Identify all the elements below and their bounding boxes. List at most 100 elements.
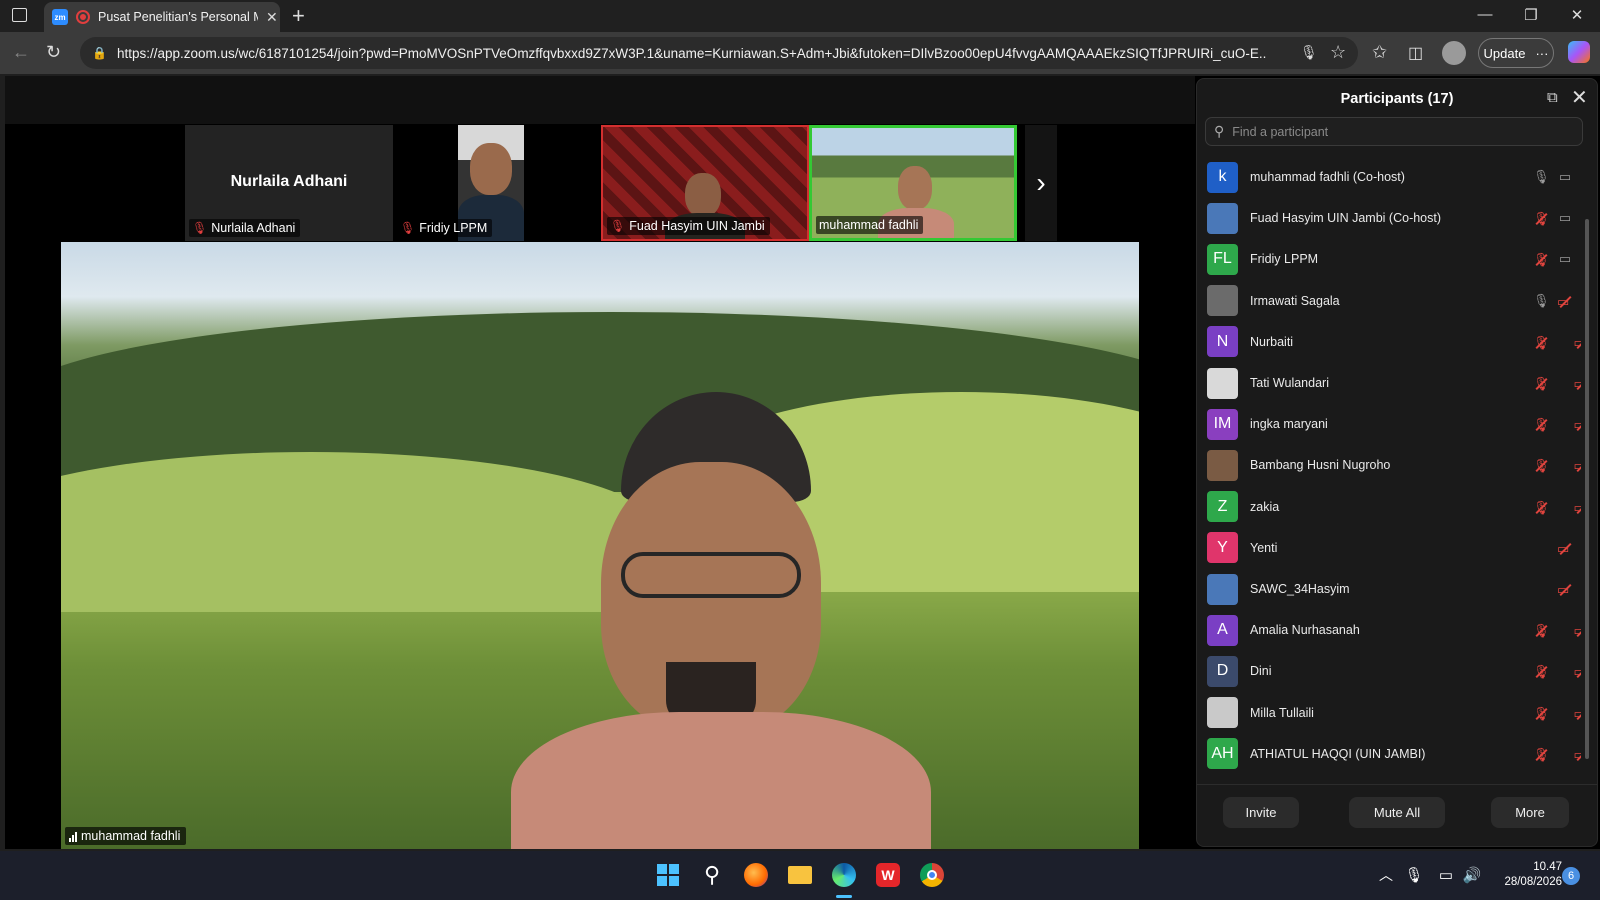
participant-row[interactable]: Tati Wulandari 🎙 ▭ <box>1207 363 1581 403</box>
copilot-icon[interactable] <box>1568 41 1590 63</box>
camera-off-icon[interactable]: ▭ <box>1574 623 1581 638</box>
volume-icon[interactable]: 🔊 <box>1458 861 1486 889</box>
video-thumbnail[interactable]: Nurlaila Adhani 🎙 Nurlaila Adhani <box>185 125 393 241</box>
microphone-icon[interactable]: 🎙 <box>1400 861 1428 889</box>
notification-badge[interactable]: 6 <box>1562 867 1580 885</box>
system-clock[interactable]: 10.47 28/08/2026 <box>1486 860 1562 890</box>
new-tab-button[interactable]: + <box>292 3 305 29</box>
mic-muted-icon[interactable]: 🎙 <box>1533 335 1550 350</box>
windows-start-icon[interactable] <box>654 861 682 889</box>
camera-off-icon[interactable]: ▭ <box>1574 376 1581 391</box>
edge-icon[interactable] <box>830 861 858 889</box>
participant-list-scrollbar[interactable] <box>1585 219 1589 759</box>
speaker-figure <box>511 392 931 849</box>
participant-row[interactable]: Fuad Hasyim UIN Jambi (Co-host) 🎙 ▭ <box>1207 198 1579 238</box>
participant-search[interactable]: ⚲ <box>1205 117 1583 146</box>
mic-muted-icon[interactable]: 🎙 <box>1533 706 1550 721</box>
search-input[interactable] <box>1232 124 1563 139</box>
show-hidden-icons-chevron-icon[interactable]: ︿ <box>1372 861 1400 889</box>
camera-icon[interactable]: ▭ <box>1557 251 1573 267</box>
browser-essentials-icon[interactable]: ◫ <box>1408 43 1423 63</box>
update-button[interactable]: Update ··· <box>1478 38 1554 68</box>
next-page-chevron-icon[interactable]: › <box>1025 125 1057 241</box>
browser-tab[interactable]: zm Pusat Penelitian's Personal M ✕ <box>44 2 280 32</box>
favorites-icon[interactable]: ✩ <box>1372 42 1387 63</box>
camera-off-icon[interactable]: ▭ <box>1574 458 1581 473</box>
camera-icon[interactable]: ▭ <box>1557 210 1573 226</box>
file-explorer-icon[interactable] <box>786 861 814 889</box>
video-thumbnail[interactable]: 🎙 Fuad Hasyim UIN Jambi <box>601 125 809 241</box>
participant-row[interactable]: A Amalia Nurhasanah 🎙 ▭ <box>1207 610 1581 650</box>
camera-off-icon[interactable]: ▭ <box>1557 541 1569 556</box>
mic-muted-icon[interactable]: 🎙 <box>1533 252 1550 267</box>
participants-title: Participants (17) <box>1340 91 1454 107</box>
participant-row[interactable]: k muhammad fadhli (Co-host) 🎙 ▭ <box>1207 157 1579 197</box>
video-thumbnail-active-speaker[interactable]: muhammad fadhli <box>809 125 1017 241</box>
more-button[interactable]: More <box>1491 797 1569 828</box>
participant-row[interactable]: N Nurbaiti 🎙 ▭ <box>1207 322 1581 362</box>
back-arrow-icon[interactable]: ← <box>12 42 30 63</box>
mic-muted-icon[interactable]: 🎙 <box>1533 458 1550 473</box>
participant-avatar <box>1207 285 1238 317</box>
participant-row[interactable]: D Dini 🎙 ▭ <box>1207 651 1581 691</box>
address-bar[interactable]: 🔒 https://app.zoom.us/wc/6187101254/join… <box>80 37 1358 69</box>
camera-off-icon[interactable]: ▭ <box>1574 335 1581 350</box>
participant-name: Amalia Nurhasanah <box>1250 623 1360 638</box>
camera-off-icon[interactable]: ▭ <box>1574 706 1581 721</box>
favorite-star-icon[interactable]: ☆ <box>1330 42 1346 63</box>
mic-muted-icon: 🎙 <box>610 219 626 233</box>
tab-close-icon[interactable]: ✕ <box>266 9 278 26</box>
window-close-button[interactable]: ✕ <box>1562 6 1592 24</box>
participant-row[interactable]: Y Yenti ▭ <box>1207 528 1579 568</box>
camera-icon[interactable]: ▭ <box>1557 169 1573 185</box>
camera-off-icon[interactable]: ▭ <box>1557 294 1569 309</box>
mic-muted-icon[interactable]: 🎙 <box>1533 664 1550 679</box>
participant-name: Fridiy LPPM <box>419 221 488 235</box>
mic-muted-icon[interactable]: 🎙 <box>1533 747 1550 762</box>
camera-off-icon[interactable]: ▭ <box>1574 417 1581 432</box>
close-panel-icon[interactable]: ✕ <box>1571 85 1588 110</box>
participant-name: muhammad fadhli (Co-host) <box>1250 170 1405 184</box>
mic-permission-icon[interactable]: 🎙 <box>1300 44 1318 61</box>
mic-muted-icon[interactable]: 🎙 <box>1533 211 1550 226</box>
clock-date: 28/08/2026 <box>1504 876 1562 888</box>
chrome-icon[interactable] <box>918 861 946 889</box>
participant-row[interactable]: Irmawati Sagala 🎙 ▭ <box>1207 281 1579 321</box>
profile-avatar-icon[interactable] <box>1442 41 1466 65</box>
mic-icon[interactable]: 🎙 <box>1533 169 1550 185</box>
participant-row[interactable]: AH ATHIATUL HAQQI (UIN JAMBI) 🎙 ▭ <box>1207 734 1581 774</box>
firefox-icon[interactable] <box>742 861 770 889</box>
wps-office-icon[interactable]: W <box>874 861 902 889</box>
participant-row[interactable]: FL Fridiy LPPM 🎙 ▭ <box>1207 239 1579 279</box>
popout-icon[interactable]: ⧉ <box>1547 89 1558 106</box>
participant-row[interactable]: Milla Tullaili 🎙 ▭ <box>1207 693 1581 733</box>
reload-icon[interactable]: ↻ <box>46 42 61 63</box>
mic-icon[interactable]: 🎙 <box>1533 293 1550 309</box>
mic-muted-icon[interactable]: 🎙 <box>1533 376 1550 391</box>
mic-muted-icon[interactable]: 🎙 <box>1533 623 1550 638</box>
participant-row[interactable]: SAWC_34Hasyim ▭ <box>1207 569 1579 609</box>
participant-status-icons: ▭ <box>1529 581 1579 597</box>
camera-off-icon[interactable]: ▭ <box>1574 747 1581 762</box>
participant-row[interactable]: Bambang Husni Nugroho 🎙 ▭ <box>1207 445 1581 485</box>
restore-button[interactable]: ❐ <box>1516 6 1546 24</box>
mute-all-button[interactable]: Mute All <box>1349 797 1445 828</box>
minimize-button[interactable]: — <box>1470 6 1500 23</box>
camera-off-icon[interactable]: ▭ <box>1574 500 1581 515</box>
mic-muted-icon[interactable]: 🎙 <box>1533 500 1550 515</box>
video-thumbnail[interactable]: 🎙 Fridiy LPPM <box>393 125 601 241</box>
tab-actions-icon[interactable] <box>12 8 27 22</box>
participant-avatar <box>1207 449 1238 481</box>
participant-name: SAWC_34Hasyim <box>1250 582 1350 596</box>
invite-button[interactable]: Invite <box>1223 797 1299 828</box>
search-icon[interactable]: ⚲ <box>698 861 726 889</box>
participant-row[interactable]: Zzakia 🎙 ▭ <box>1207 487 1581 527</box>
mic-muted-icon[interactable]: 🎙 <box>1533 417 1550 432</box>
camera-off-icon[interactable]: ▭ <box>1574 664 1581 679</box>
camera-off-icon[interactable]: ▭ <box>1557 582 1569 597</box>
participant-status-icons: 🎙 ▭ <box>1529 705 1581 721</box>
network-icon[interactable]: ▭ <box>1432 861 1460 889</box>
participant-status-icons: 🎙 ▭ <box>1529 334 1581 350</box>
thumbnail-name-label: 🎙 Nurlaila Adhani <box>189 219 301 237</box>
participant-row[interactable]: IM ingka maryani 🎙 ▭ <box>1207 404 1581 444</box>
